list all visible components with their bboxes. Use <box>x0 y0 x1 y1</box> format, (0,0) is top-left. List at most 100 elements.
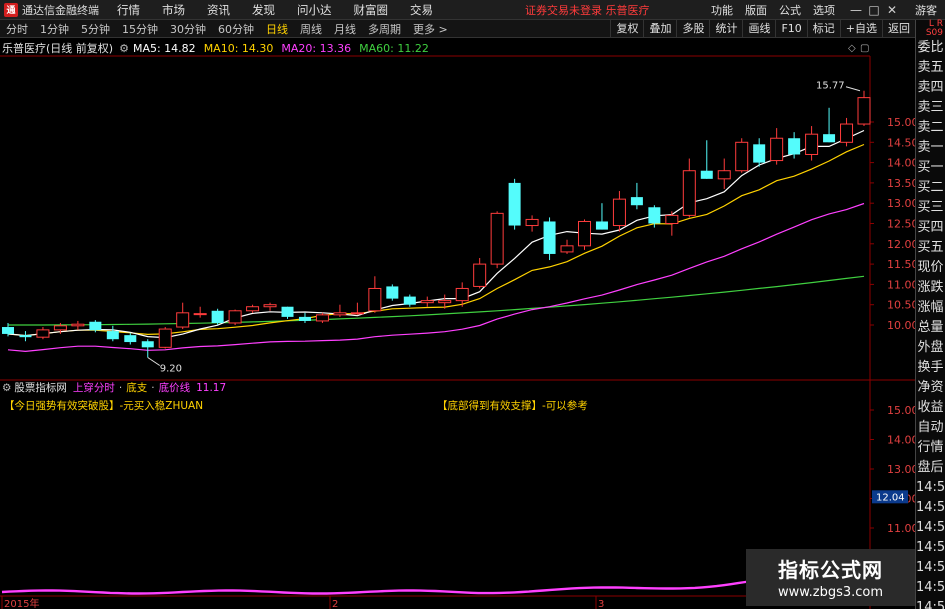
side-item[interactable]: 14:5 <box>916 538 945 558</box>
candle-body <box>577 220 591 247</box>
candle-body <box>158 328 172 348</box>
watermark-url: www.zbgs3.com <box>777 585 884 600</box>
candle-body <box>106 331 119 340</box>
candle-body <box>403 296 416 305</box>
side-item[interactable]: 14:5 <box>916 518 945 538</box>
tab-15min[interactable]: 15分钟 <box>116 21 164 37</box>
price-tick-label: 15.00 <box>887 116 915 129</box>
high-label: 15.77 <box>816 81 845 92</box>
menu-news[interactable]: 资讯 <box>207 2 230 18</box>
tab-intraday[interactable]: 分时 <box>0 21 34 37</box>
side-item[interactable]: 买四 <box>916 218 945 238</box>
menu-functions[interactable]: 功能 <box>711 2 733 18</box>
indicator-tick-label: 11.00 <box>887 522 915 535</box>
side-item[interactable]: 盘后 <box>916 458 945 478</box>
close-icon[interactable]: ✕ <box>883 3 901 17</box>
app-title: 通达信金融终端 <box>22 3 99 17</box>
minimize-icon[interactable]: — <box>847 3 865 17</box>
side-item[interactable]: 净资 <box>916 378 945 398</box>
candle-body <box>735 141 749 172</box>
side-item[interactable]: 卖二 <box>916 118 945 138</box>
side-item[interactable]: 卖三 <box>916 98 945 118</box>
side-item[interactable]: 行情 <box>916 438 945 458</box>
side-item[interactable]: 现价 <box>916 258 945 278</box>
side-item[interactable]: 14:5 <box>916 498 945 518</box>
tab-more[interactable]: 更多 > <box>407 21 454 37</box>
side-item[interactable]: 14:5 <box>916 578 945 598</box>
f10-button[interactable]: F10 <box>775 20 806 38</box>
side-item[interactable]: 买一 <box>916 158 945 178</box>
indicator-settings-icon[interactable]: ⚙ <box>2 382 11 394</box>
ma10-value: MA10: 14.30 <box>203 41 274 55</box>
tab-daily[interactable]: 日线 <box>260 21 294 37</box>
price-tick-label: 13.50 <box>887 177 915 190</box>
indicator-name[interactable]: 股票指标网 <box>14 380 67 395</box>
candle-body <box>386 286 399 299</box>
side-item[interactable]: 买五 <box>916 238 945 258</box>
date-label: 2 <box>332 599 338 609</box>
candle-body <box>490 212 504 265</box>
tab-weekly[interactable]: 周线 <box>294 21 328 37</box>
menu-assistant[interactable]: 问小达 <box>297 2 332 18</box>
maximize-icon[interactable]: □ <box>865 3 883 17</box>
menu-quotes[interactable]: 行情 <box>117 2 140 18</box>
current-value-label: 12.04 <box>876 492 905 503</box>
side-item[interactable]: 自动 <box>916 418 945 438</box>
adjust-button[interactable]: 复权 <box>610 20 643 38</box>
mark-button[interactable]: 标记 <box>806 20 840 38</box>
side-item[interactable]: 涨幅 <box>916 298 945 318</box>
side-item[interactable]: 14:5 <box>916 598 945 609</box>
quote-sidepanel: L R S09 委比 卖五 卖四 卖三 卖二 卖一 买一 买二 买三 买四 买五… <box>915 20 945 609</box>
side-item[interactable]: 涨跌 <box>916 278 945 298</box>
indicator-tick-label: 13.00 <box>887 463 915 476</box>
side-item[interactable]: 14:5 <box>916 478 945 498</box>
stock-name[interactable]: 乐普医疗(日线 前复权) <box>2 40 113 56</box>
side-item[interactable]: 外盘 <box>916 338 945 358</box>
menu-wealth[interactable]: 财富圈 <box>354 2 389 18</box>
candle-body <box>141 341 154 348</box>
tab-5min[interactable]: 5分钟 <box>75 21 116 37</box>
multi-stock-button[interactable]: 多股 <box>676 20 709 38</box>
menu-formula[interactable]: 公式 <box>779 2 801 18</box>
back-button[interactable]: 返回 <box>882 20 915 38</box>
login-notice[interactable]: 证券交易未登录 乐普医疗 <box>525 2 650 18</box>
side-item[interactable]: 买二 <box>916 178 945 198</box>
side-item[interactable]: 收益 <box>916 398 945 418</box>
side-item[interactable]: 卖五 <box>916 58 945 78</box>
tab-monthly[interactable]: 月线 <box>328 21 362 37</box>
candle-body <box>840 123 854 143</box>
side-item[interactable]: 换手 <box>916 358 945 378</box>
price-chart[interactable]: 15.00 14.50 14.00 13.50 13.00 12.50 12.00 11.50… <box>0 38 915 609</box>
side-item[interactable]: 买三 <box>916 198 945 218</box>
tab-30min[interactable]: 30分钟 <box>164 21 212 37</box>
menu-discover[interactable]: 发现 <box>252 2 275 18</box>
draw-line-button[interactable]: 画线 <box>742 20 775 38</box>
side-item[interactable]: 总量 <box>916 318 945 338</box>
menu-options[interactable]: 选项 <box>813 2 835 18</box>
tab-multi-period[interactable]: 多周期 <box>362 21 407 37</box>
indicator-sep: · <box>151 381 155 394</box>
tab-1min[interactable]: 1分钟 <box>34 21 75 37</box>
candle-body <box>263 304 277 308</box>
side-item[interactable]: 卖四 <box>916 78 945 98</box>
price-tick-label: 14.00 <box>887 157 915 170</box>
candle-body <box>717 170 731 180</box>
overlay-button[interactable]: 叠加 <box>643 20 676 38</box>
side-item[interactable]: 卖一 <box>916 138 945 158</box>
add-watchlist-button[interactable]: +自选 <box>839 20 882 38</box>
tab-60min[interactable]: 60分钟 <box>212 21 260 37</box>
candle-body <box>595 221 608 230</box>
settings-icon[interactable]: ⚙ <box>119 42 129 55</box>
indicator-tick-label: 15.00 <box>887 404 915 417</box>
indicator-signals: 【今日强势有效突破股】-元买入稳ZHUAN 【底部得到有效支撑】-可以参考 <box>0 398 870 412</box>
guest-user[interactable]: 游客 <box>915 2 937 18</box>
candle-body <box>525 218 539 227</box>
statistics-button[interactable]: 统计 <box>709 20 742 38</box>
candle-body <box>770 137 784 162</box>
menu-layout[interactable]: 版面 <box>745 2 767 18</box>
side-item[interactable]: 14:5 <box>916 558 945 578</box>
menu-market[interactable]: 市场 <box>162 2 185 18</box>
indicator-part-support: 底支 <box>126 382 148 394</box>
side-item[interactable]: 委比 <box>916 38 945 58</box>
menu-trade[interactable]: 交易 <box>410 2 433 18</box>
